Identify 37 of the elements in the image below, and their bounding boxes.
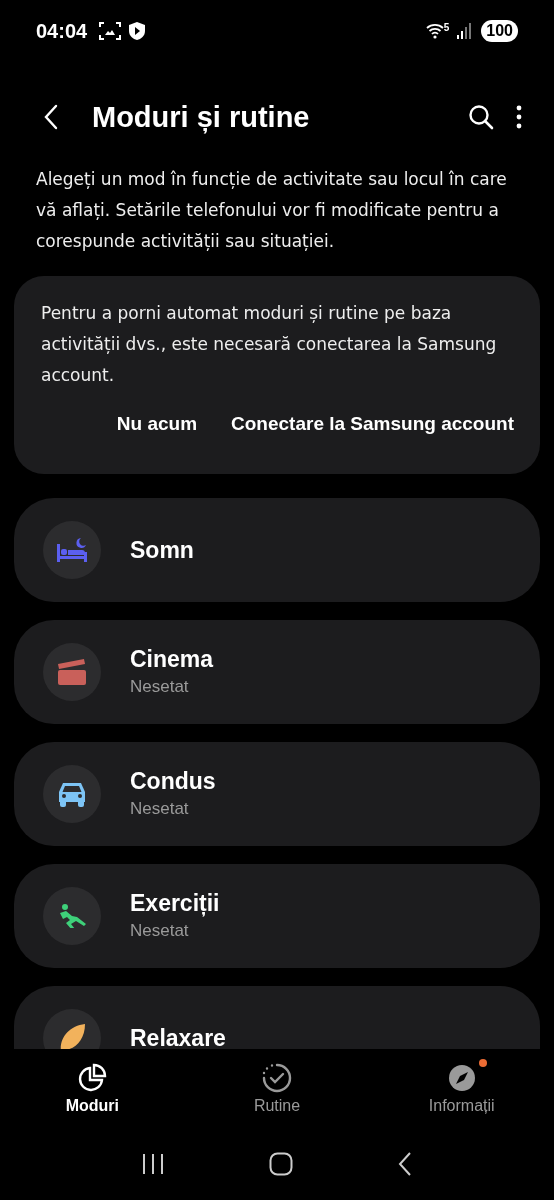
battery-level: 100 [481, 20, 518, 42]
mode-item[interactable]: Condus Nesetat [14, 742, 540, 846]
mode-item[interactable]: Relaxare [14, 986, 540, 1049]
mode-status: Nesetat [130, 677, 190, 697]
recent-apps-button[interactable] [142, 1153, 165, 1175]
routine-check-icon [262, 1062, 292, 1093]
text-button[interactable]: Conectare la Samsung account [231, 409, 514, 439]
mode-item[interactable]: Exerciții Nesetat [14, 864, 540, 968]
back-navigation-button[interactable] [397, 1152, 412, 1176]
shield-icon [129, 22, 146, 40]
mode-name: Cinema [130, 647, 214, 671]
pie-chart-icon [77, 1062, 108, 1093]
bottom-tab[interactable]: Moduri [0, 1062, 185, 1115]
home-button[interactable] [269, 1152, 293, 1176]
description-text: Alegeți un mod în funcție de activitate sau locul în care vă aflați. Setările telefonului vor fi modificate pentru a corespunde activității sau situației. [35, 168, 508, 253]
mode-item[interactable]: Cinema Nesetat [14, 620, 540, 724]
mode-item[interactable]: Somn [14, 498, 540, 602]
bottom-tab[interactable]: Rutine [184, 1062, 370, 1115]
compass-icon [446, 1062, 477, 1093]
wifi-icon [425, 23, 444, 39]
mode-status: Nesetat [130, 799, 190, 819]
network-type-label: 5 [443, 22, 450, 33]
signal-icon [457, 23, 472, 39]
back-icon [44, 104, 58, 130]
search-icon [468, 104, 494, 130]
mode-name: Exerciții [130, 891, 220, 915]
bottom-tab[interactable]: Informații [369, 1062, 554, 1115]
status-time: 04:04 [36, 19, 88, 43]
more-options-icon [516, 105, 522, 129]
mode-name: Somn [130, 538, 194, 562]
mode-name: Condus [130, 769, 216, 793]
text-button[interactable]: Nu acum [116, 409, 198, 439]
account-message: Pentru a porni automat moduri și rutine pe baza activității dvs., este necesară conectarea la Samsung account. [41, 302, 498, 387]
mode-name: Relaxare [130, 1026, 226, 1049]
screenshot-icon [99, 22, 122, 40]
mode-status: Nesetat [130, 921, 190, 941]
page-title: Moduri și rutine [92, 100, 311, 134]
